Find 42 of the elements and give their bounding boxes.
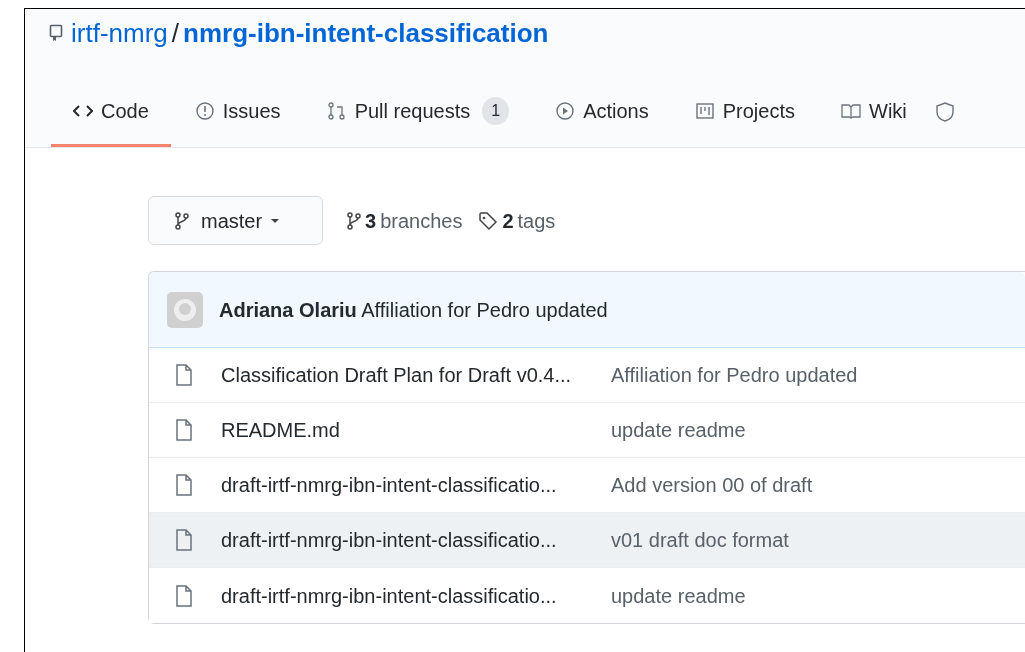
owner-link[interactable]: irtf-nmrg (71, 13, 168, 53)
caret-icon (270, 217, 281, 224)
file-row[interactable]: draft-irtf-nmrg-ibn-intent-classificatio... v01 draft doc format (149, 513, 1025, 568)
file-name[interactable]: draft-irtf-nmrg-ibn-intent-classificatio... (221, 580, 611, 611)
tab[interactable]: Code (51, 77, 171, 147)
commit-author[interactable]: Adriana Olariu (219, 298, 357, 321)
shield-icon[interactable] (934, 102, 955, 122)
repo-link[interactable]: nmrg-ibn-intent-classification (183, 13, 549, 53)
branch-icon (347, 211, 361, 230)
file-icon (175, 474, 193, 496)
commit-message[interactable]: Add version 00 of draft (611, 470, 813, 500)
file-icon (175, 584, 193, 607)
tab[interactable]: Issues (172, 77, 303, 147)
tab[interactable]: Wiki (819, 77, 929, 147)
repo-icon (49, 24, 63, 42)
tab[interactable]: Pull requests 1 (304, 77, 532, 147)
commit-message[interactable]: update readme (611, 415, 746, 445)
file-name[interactable]: Classification Draft Plan for Draft v0.4... (221, 360, 611, 390)
tag-icon (478, 210, 499, 231)
tab[interactable]: Actions (533, 77, 671, 147)
issue-icon (194, 100, 215, 121)
file-name[interactable]: draft-irtf-nmrg-ibn-intent-classificatio... (221, 470, 611, 500)
avatar-icon (167, 291, 203, 328)
file-icon (175, 419, 193, 441)
tags-link[interactable]: 2 tags (478, 205, 556, 236)
count-badge: 1 (482, 96, 510, 125)
branches-link[interactable]: 3 branches (347, 205, 463, 236)
file-icon (175, 529, 193, 551)
tab[interactable]: Projects (672, 77, 817, 147)
play-icon (555, 100, 576, 121)
file-name[interactable]: README.md (221, 415, 611, 445)
path-separator: / (171, 16, 179, 50)
commit-message[interactable]: Affiliation for Pedro updated (361, 298, 608, 321)
commit-message[interactable]: v01 draft doc format (611, 525, 789, 555)
project-icon (694, 100, 715, 121)
pull-request-icon (326, 100, 347, 121)
commit-message[interactable]: update readme (611, 580, 746, 611)
file-name[interactable]: draft-irtf-nmrg-ibn-intent-classificatio... (221, 525, 611, 555)
branch-button[interactable]: master (148, 196, 323, 245)
branch-icon (175, 211, 189, 230)
file-icon (175, 364, 193, 386)
commit-message[interactable]: Affiliation for Pedro updated (611, 360, 858, 390)
